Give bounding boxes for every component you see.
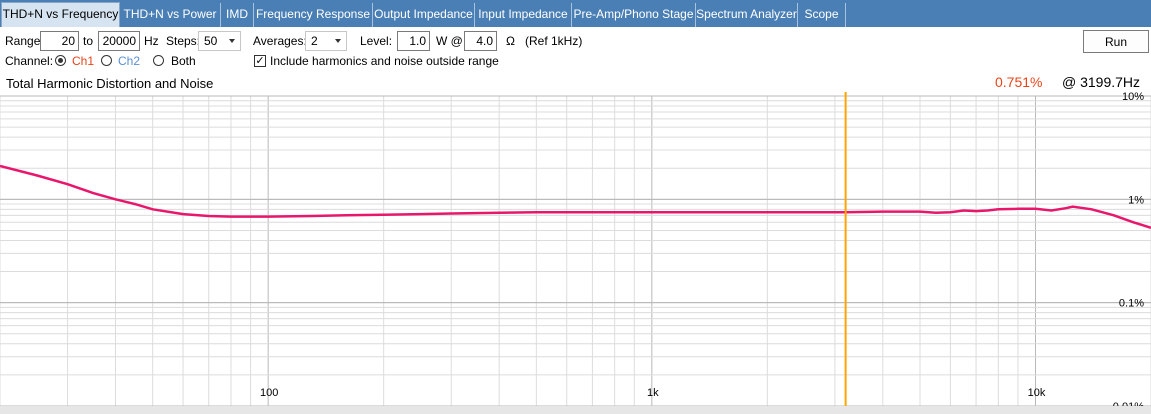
averages-dropdown[interactable]: 2 — [305, 31, 347, 51]
x-tick-label: 100 — [260, 387, 278, 399]
readout-frequency: @ 3199.7Hz — [1062, 74, 1141, 90]
tab-frequency-response[interactable]: Frequency Response — [254, 3, 373, 27]
x-tick-label: 10k — [1028, 387, 1046, 399]
range-label: Range: — [5, 34, 44, 48]
ch1-radio[interactable] — [55, 55, 66, 66]
range-to-input[interactable] — [98, 31, 140, 51]
channel-label: Channel: — [5, 54, 54, 68]
tab-thd-n-vs-frequency[interactable]: THD+N vs Frequency — [1, 2, 120, 27]
steps-dropdown[interactable]: 50 — [198, 31, 241, 51]
ch2-label: Ch2 — [118, 54, 141, 68]
radio-selected-dot — [58, 58, 63, 63]
hz-label: Hz — [144, 34, 159, 48]
y-tick-label: 0.1% — [1119, 298, 1144, 310]
thd-n-chart[interactable]: 1001k10k10%1%0.1%0.01% — [0, 92, 1151, 414]
tab-imd[interactable]: IMD — [221, 3, 254, 27]
range-from-input[interactable] — [40, 31, 79, 51]
tab-thd-n-vs-power[interactable]: THD+N vs Power — [120, 3, 221, 27]
include-outside-range-checkbox[interactable]: ✓ — [254, 55, 266, 67]
tab-bar: THD+N vs Frequency THD+N vs Power IMD Fr… — [0, 0, 1151, 27]
ref-label: (Ref 1kHz) — [525, 34, 583, 48]
x-tick-label: 1k — [647, 387, 659, 399]
readout-value: 0.751% — [995, 74, 1043, 90]
level-label: Level: — [360, 34, 393, 48]
y-tick-label: 10% — [1122, 92, 1144, 103]
steps-value: 50 — [204, 34, 218, 48]
tab-spectrum-analyzer[interactable]: Spectrum Analyzer — [696, 3, 798, 27]
both-label: Both — [171, 54, 196, 68]
chevron-down-icon — [229, 39, 235, 43]
run-button[interactable]: Run — [1083, 30, 1149, 53]
to-label: to — [83, 34, 94, 48]
tab-scope[interactable]: Scope — [798, 3, 846, 27]
ch1-label: Ch1 — [72, 54, 95, 68]
horizontal-scrollbar[interactable] — [0, 406, 1151, 414]
steps-label: Steps: — [166, 34, 201, 48]
averages-value: 2 — [311, 34, 318, 48]
tab-output-impedance[interactable]: Output Impedance — [373, 3, 475, 27]
chart-title: Total Harmonic Distortion and Noise — [6, 76, 214, 91]
ohm-label: Ω — [506, 34, 515, 48]
impedance-input[interactable] — [464, 31, 497, 51]
include-outside-range-label: Include harmonics and noise outside rang… — [270, 54, 499, 68]
y-tick-label: 1% — [1128, 194, 1144, 206]
both-radio[interactable] — [153, 55, 164, 66]
tab-pre-amp-phono-stage[interactable]: Pre-Amp/Phono Stage — [572, 3, 696, 27]
tab-input-impedance[interactable]: Input Impedance — [475, 3, 572, 27]
averages-label: Averages: — [253, 34, 307, 48]
w-at-label: W @ — [436, 34, 463, 48]
chevron-down-icon — [335, 39, 341, 43]
level-input[interactable] — [397, 31, 430, 51]
ch2-radio[interactable] — [101, 55, 112, 66]
